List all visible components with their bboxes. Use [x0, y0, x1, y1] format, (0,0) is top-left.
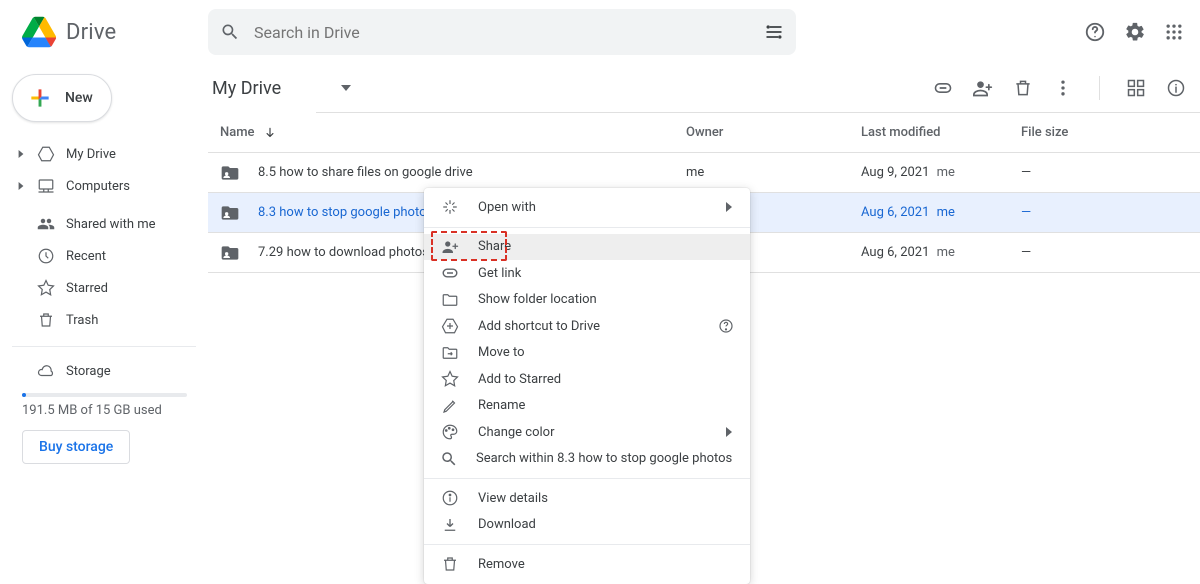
grid-view-icon[interactable] — [1126, 78, 1146, 98]
help-icon[interactable] — [718, 318, 734, 334]
ctx-open-with[interactable]: Open with — [424, 194, 750, 221]
drive-icon — [36, 145, 56, 163]
more-icon[interactable] — [1053, 78, 1073, 98]
ctx-rename[interactable]: Rename — [424, 393, 750, 420]
ctx-share[interactable]: Share — [424, 234, 750, 261]
file-name: 8.5 how to share files on google drive — [258, 165, 473, 180]
computers-icon — [36, 177, 56, 195]
table-header: Name Owner Last modified File size — [208, 113, 1200, 153]
ctx-get-link[interactable]: Get link — [424, 260, 750, 287]
sidebar-item-label: My Drive — [66, 147, 116, 162]
share-icon[interactable] — [973, 78, 993, 98]
shared-folder-icon — [220, 203, 240, 223]
expand-icon[interactable] — [16, 150, 26, 158]
row-size: — — [1021, 245, 1200, 260]
expand-icon[interactable] — [16, 182, 26, 190]
ctx-view-details[interactable]: View details — [424, 485, 750, 512]
sidebar-item-label: Trash — [66, 313, 98, 328]
sidebar-item-label: Storage — [66, 364, 111, 379]
new-button[interactable]: New — [12, 74, 112, 122]
search-icon — [440, 450, 458, 468]
trash-icon — [440, 555, 460, 573]
download-icon — [440, 516, 460, 534]
sidebar-item-label: Starred — [66, 281, 108, 296]
table-row[interactable]: 8.5 how to share files on google drive me… — [208, 153, 1200, 193]
col-size[interactable]: File size — [1021, 125, 1200, 140]
open-with-icon — [440, 198, 460, 216]
cloud-icon — [36, 362, 56, 380]
ctx-add-shortcut[interactable]: Add shortcut to Drive — [424, 313, 750, 340]
chevron-right-icon — [724, 427, 734, 437]
move-icon — [440, 344, 460, 362]
recent-icon — [36, 247, 56, 265]
row-owner: me — [686, 165, 861, 180]
col-name[interactable]: Name — [208, 125, 686, 140]
trash-icon — [36, 311, 56, 329]
settings-icon[interactable] — [1124, 21, 1146, 43]
sidebar-item-computers[interactable]: Computers — [8, 170, 200, 202]
ctx-add-star[interactable]: Add to Starred — [424, 366, 750, 393]
ctx-search-within[interactable]: Search within 8.3 how to stop google pho… — [424, 446, 750, 473]
row-modified: Aug 6, 2021 me — [861, 245, 1021, 260]
plus-icon — [27, 85, 53, 111]
app-name: Drive — [66, 20, 116, 45]
caret-down-icon — [341, 83, 351, 93]
storage-bar — [22, 393, 187, 397]
context-menu: Open with Share Get link Show folder loc… — [424, 188, 750, 584]
breadcrumb-label: My Drive — [212, 78, 281, 99]
breadcrumb-current[interactable]: My Drive — [208, 72, 363, 105]
info-icon[interactable] — [1166, 78, 1186, 98]
drive-logo-icon — [22, 15, 56, 49]
star-icon — [36, 279, 56, 297]
search-input[interactable] — [254, 23, 764, 42]
col-modified[interactable]: Last modified — [861, 125, 1021, 140]
ctx-remove[interactable]: Remove — [424, 551, 750, 578]
ctx-show-location[interactable]: Show folder location — [424, 287, 750, 314]
search-options-icon[interactable] — [764, 22, 784, 42]
storage-text: 191.5 MB of 15 GB used — [8, 403, 200, 418]
new-button-label: New — [65, 90, 93, 106]
row-modified: Aug 6, 2021 me — [861, 205, 1021, 220]
row-size: — — [1021, 205, 1200, 220]
shortcut-icon — [440, 317, 460, 335]
palette-icon — [440, 423, 460, 441]
sidebar-item-shared[interactable]: Shared with me — [8, 208, 200, 240]
row-modified: Aug 9, 2021 me — [861, 165, 1021, 180]
shared-folder-icon — [220, 243, 240, 263]
arrow-down-icon — [263, 126, 277, 140]
star-icon — [440, 370, 460, 388]
buy-storage-button[interactable]: Buy storage — [22, 430, 130, 464]
sidebar-item-recent[interactable]: Recent — [8, 240, 200, 272]
link-icon — [440, 264, 460, 282]
apps-icon[interactable] — [1164, 22, 1184, 42]
chevron-right-icon — [724, 202, 734, 212]
ctx-download[interactable]: Download — [424, 512, 750, 539]
trash-icon[interactable] — [1013, 78, 1033, 98]
sidebar-item-trash[interactable]: Trash — [8, 304, 200, 336]
search-bar[interactable] — [208, 9, 796, 55]
search-icon — [220, 22, 240, 42]
sidebar-item-label: Computers — [66, 179, 130, 194]
ctx-move-to[interactable]: Move to — [424, 340, 750, 367]
sidebar-item-storage[interactable]: Storage — [8, 355, 200, 387]
folder-icon — [440, 291, 460, 309]
row-size: — — [1021, 165, 1200, 180]
info-icon — [440, 489, 460, 507]
sidebar-item-label: Recent — [66, 249, 106, 264]
col-owner[interactable]: Owner — [686, 125, 861, 140]
shared-icon — [36, 215, 56, 233]
person-add-icon — [440, 238, 460, 256]
ctx-change-color[interactable]: Change color — [424, 419, 750, 446]
sidebar-item-label: Shared with me — [66, 217, 156, 232]
sidebar-item-mydrive[interactable]: My Drive — [8, 138, 200, 170]
help-icon[interactable] — [1084, 21, 1106, 43]
sidebar-item-starred[interactable]: Starred — [8, 272, 200, 304]
get-link-icon[interactable] — [933, 78, 953, 98]
pencil-icon — [440, 397, 460, 415]
shared-folder-icon — [220, 163, 240, 183]
